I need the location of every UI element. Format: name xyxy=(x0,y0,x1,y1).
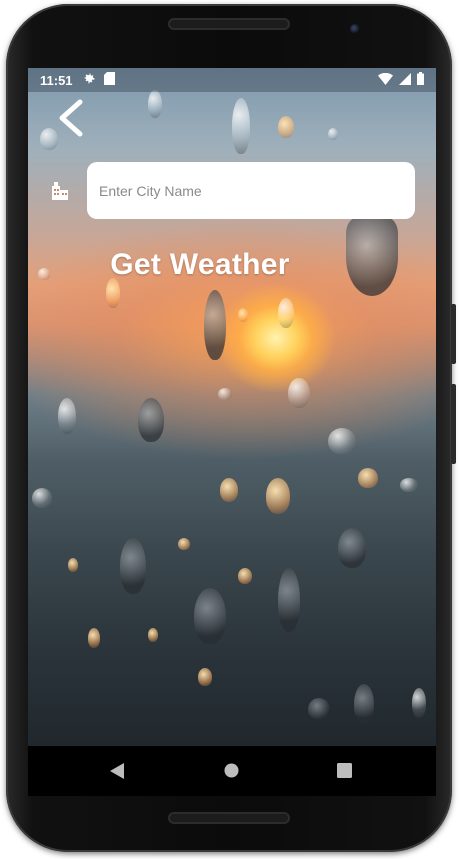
raindrop xyxy=(194,588,226,644)
raindrop xyxy=(308,698,330,720)
signal-icon xyxy=(399,72,411,88)
nav-back-button[interactable] xyxy=(110,763,124,784)
raindrop xyxy=(88,628,100,648)
status-time: 11:51 xyxy=(40,72,73,88)
raindrop xyxy=(232,98,250,154)
raindrop xyxy=(400,478,418,492)
battery-icon xyxy=(417,72,424,88)
app-screen: 11:51 Enter City Name Get Weather xyxy=(28,68,436,746)
raindrop xyxy=(288,378,310,408)
raindrop xyxy=(238,308,248,322)
raindrop xyxy=(328,128,338,140)
city-icon xyxy=(50,180,70,200)
raindrop xyxy=(106,278,120,308)
wifi-icon xyxy=(378,72,393,88)
raindrop xyxy=(238,568,252,584)
sd-card-icon xyxy=(103,72,115,88)
bottom-speaker xyxy=(168,812,290,824)
raindrop xyxy=(358,468,378,488)
raindrop xyxy=(278,568,300,632)
raindrop xyxy=(58,398,76,434)
recents-square-icon xyxy=(337,763,352,778)
back-triangle-icon xyxy=(110,763,124,779)
raindrop xyxy=(138,398,164,442)
navigation-bar xyxy=(28,746,436,796)
nav-recents-button[interactable] xyxy=(337,763,352,783)
status-bar: 11:51 xyxy=(28,68,436,92)
volume-button xyxy=(451,304,456,364)
raindrop xyxy=(32,488,52,508)
back-button[interactable] xyxy=(54,98,90,138)
raindrop xyxy=(120,538,146,594)
raindrop xyxy=(328,428,356,454)
raindrop xyxy=(220,478,238,502)
raindrop xyxy=(218,388,232,400)
front-camera xyxy=(350,24,360,34)
raindrop xyxy=(198,668,212,686)
raindrop xyxy=(204,290,226,360)
raindrop xyxy=(412,688,426,718)
raindrop xyxy=(148,90,162,118)
city-name-input[interactable] xyxy=(87,162,415,219)
top-speaker xyxy=(168,18,290,30)
gear-icon xyxy=(83,72,96,88)
raindrop xyxy=(278,116,294,138)
power-button xyxy=(451,384,456,464)
raindrop xyxy=(354,684,374,724)
raindrop xyxy=(266,478,290,514)
raindrop xyxy=(68,558,78,572)
raindrop xyxy=(178,538,190,550)
raindrop xyxy=(338,528,366,568)
get-weather-button[interactable]: Get Weather xyxy=(28,248,372,282)
chevron-left-icon xyxy=(59,99,83,137)
raindrop xyxy=(278,298,294,328)
home-circle-icon xyxy=(224,763,239,778)
nav-home-button[interactable] xyxy=(224,763,239,783)
raindrop xyxy=(148,628,158,642)
